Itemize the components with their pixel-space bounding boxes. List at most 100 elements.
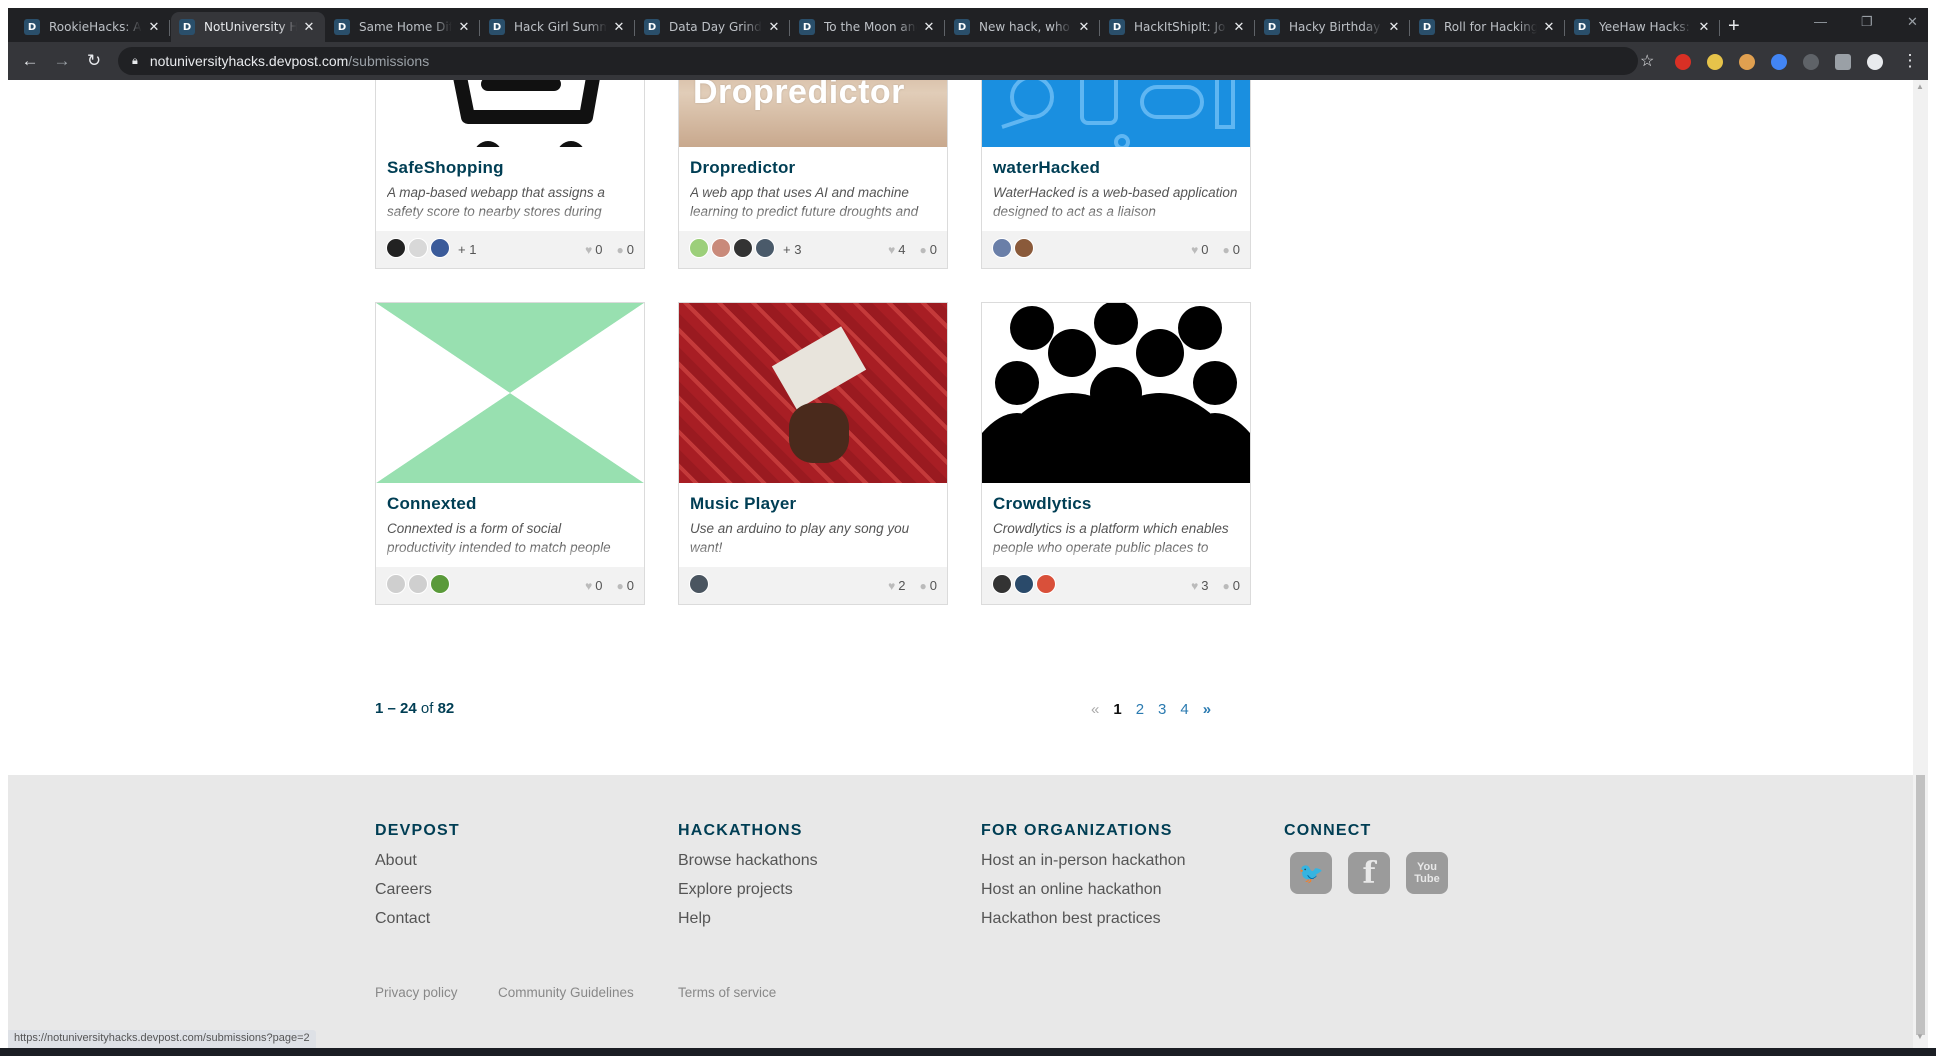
profile-avatar[interactable]	[1867, 54, 1883, 70]
project-title[interactable]: Music Player	[690, 494, 947, 514]
project-thumbnail[interactable]	[679, 303, 947, 483]
restore-button[interactable]: ❐	[1861, 14, 1873, 30]
project-title[interactable]: Connexted	[387, 494, 644, 514]
browser-tab[interactable]: D NotUniversity Ha ✕	[171, 12, 325, 42]
twitter-icon[interactable]: 🐦	[1290, 852, 1332, 894]
new-tab-button[interactable]: +	[1728, 16, 1740, 36]
close-tab-icon[interactable]: ✕	[611, 20, 627, 35]
bookmark-star-icon[interactable]: ☆	[1640, 51, 1654, 71]
scroll-down-icon[interactable]: ▼	[1916, 1032, 1924, 1041]
close-tab-icon[interactable]: ✕	[1696, 20, 1712, 35]
footer-link-browse-hackathons[interactable]: Browse hackathons	[678, 852, 818, 870]
member-avatars[interactable]	[992, 574, 1058, 597]
project-card[interactable]: waterHacked WaterHacked is a web-based a…	[981, 80, 1251, 269]
footer-link-best-practices[interactable]: Hackathon best practices	[981, 910, 1186, 928]
close-tab-icon[interactable]: ✕	[1076, 20, 1092, 35]
browser-tab[interactable]: D RookieHacks: Att ✕	[16, 12, 170, 42]
avatar[interactable]	[1036, 574, 1056, 594]
address-bar[interactable]: 🔒︎ notuniversityhacks.devpost.com/submis…	[118, 47, 1638, 75]
browser-tab[interactable]: D Roll for Hacking: ✕	[1411, 12, 1565, 42]
project-card[interactable]: Crowdlytics Crowdlytics is a platform wh…	[981, 302, 1251, 605]
close-tab-icon[interactable]: ✕	[1231, 20, 1247, 35]
scroll-up-icon[interactable]: ▲	[1916, 82, 1924, 91]
page-link-2[interactable]: 2	[1136, 701, 1144, 718]
page-link-1[interactable]: 1	[1113, 701, 1121, 718]
project-card[interactable]: Connexted Connexted is a form of social …	[375, 302, 645, 605]
youtube-icon[interactable]: You Tube	[1406, 852, 1448, 894]
project-thumbnail[interactable]	[982, 80, 1250, 147]
menu-icon[interactable]: ⋮	[1900, 51, 1920, 71]
browser-tab[interactable]: D Hacky Birthday h ✕	[1256, 12, 1410, 42]
project-title[interactable]: Crowdlytics	[993, 494, 1250, 514]
avatar[interactable]	[430, 574, 450, 594]
browser-tab[interactable]: D Hack Girl Summe ✕	[481, 12, 635, 42]
member-avatars[interactable]	[386, 574, 452, 597]
puzzle-icon[interactable]	[1835, 54, 1851, 70]
project-title[interactable]: waterHacked	[993, 158, 1250, 178]
extension-icon[interactable]	[1803, 54, 1819, 70]
footer-link-in-person[interactable]: Host an in-person hackathon	[981, 852, 1186, 870]
project-thumbnail[interactable]	[376, 303, 644, 483]
member-avatars[interactable]	[689, 574, 711, 597]
avatar[interactable]	[1014, 238, 1034, 258]
project-card[interactable]: SafeShopping A map-based webapp that ass…	[375, 80, 645, 269]
privacy-policy-link[interactable]: Privacy policy	[375, 985, 458, 1000]
close-tab-icon[interactable]: ✕	[766, 20, 782, 35]
member-avatars[interactable]	[992, 238, 1036, 261]
footer-link-help[interactable]: Help	[678, 910, 818, 928]
footer-link-contact[interactable]: Contact	[375, 910, 460, 928]
footer-link-careers[interactable]: Careers	[375, 881, 460, 899]
browser-tab[interactable]: D New hack, who t ✕	[946, 12, 1100, 42]
project-title[interactable]: SafeShopping	[387, 158, 644, 178]
community-guidelines-link[interactable]: Community Guidelines	[498, 985, 634, 1000]
browser-tab[interactable]: D Same Home Diffe ✕	[326, 12, 480, 42]
project-thumbnail[interactable]	[376, 80, 644, 147]
close-tab-icon[interactable]: ✕	[301, 20, 317, 35]
project-thumbnail[interactable]	[982, 303, 1250, 483]
project-card[interactable]: Dropredictor Dropredictor A web app that…	[678, 80, 948, 269]
close-tab-icon[interactable]: ✕	[921, 20, 937, 35]
page-link-3[interactable]: 3	[1158, 701, 1166, 718]
footer-link-online[interactable]: Host an online hackathon	[981, 881, 1186, 899]
browser-tab[interactable]: D HackItShipIt: Join ✕	[1101, 12, 1255, 42]
avatar[interactable]	[992, 574, 1012, 594]
browser-tab[interactable]: D To the Moon and ✕	[791, 12, 945, 42]
avatar[interactable]	[408, 574, 428, 594]
browser-tab[interactable]: D YeeHaw Hacks: V ✕	[1566, 12, 1720, 42]
forward-icon[interactable]: →	[52, 51, 72, 71]
footer-link-about[interactable]: About	[375, 852, 460, 870]
facebook-icon[interactable]: f	[1348, 852, 1390, 894]
avatar[interactable]	[386, 574, 406, 594]
avatar[interactable]	[689, 238, 709, 258]
member-avatars[interactable]	[689, 238, 777, 261]
extension-icon[interactable]	[1739, 54, 1755, 70]
browser-tab[interactable]: D Data Day Grind: I ✕	[636, 12, 790, 42]
avatar[interactable]	[755, 238, 775, 258]
project-title[interactable]: Dropredictor	[690, 158, 947, 178]
minimize-button[interactable]: —	[1814, 14, 1827, 29]
avatar[interactable]	[689, 574, 709, 594]
back-icon[interactable]: ←	[20, 51, 40, 71]
page-scrollbar[interactable]: ▲ ▼	[1913, 80, 1928, 1048]
close-tab-icon[interactable]: ✕	[1386, 20, 1402, 35]
close-tab-icon[interactable]: ✕	[456, 20, 472, 35]
extension-icon[interactable]	[1675, 54, 1691, 70]
avatar[interactable]	[992, 238, 1012, 258]
project-thumbnail[interactable]: Dropredictor	[679, 80, 947, 147]
close-window-button[interactable]: ✕	[1907, 14, 1918, 30]
scrollbar-thumb[interactable]	[1916, 775, 1925, 1035]
page-link-4[interactable]: 4	[1180, 701, 1188, 718]
close-tab-icon[interactable]: ✕	[1541, 20, 1557, 35]
close-tab-icon[interactable]: ✕	[146, 20, 162, 35]
terms-of-service-link[interactable]: Terms of service	[678, 985, 776, 1000]
avatar[interactable]	[430, 238, 450, 258]
prev-page-link[interactable]: «	[1091, 701, 1099, 718]
next-page-link[interactable]: »	[1203, 701, 1211, 718]
footer-link-explore-projects[interactable]: Explore projects	[678, 881, 818, 899]
project-card[interactable]: Music Player Use an arduino to play any …	[678, 302, 948, 605]
reload-icon[interactable]: ↻	[84, 51, 104, 71]
extension-icon[interactable]	[1771, 54, 1787, 70]
avatar[interactable]	[408, 238, 428, 258]
avatar[interactable]	[733, 238, 753, 258]
avatar[interactable]	[386, 238, 406, 258]
